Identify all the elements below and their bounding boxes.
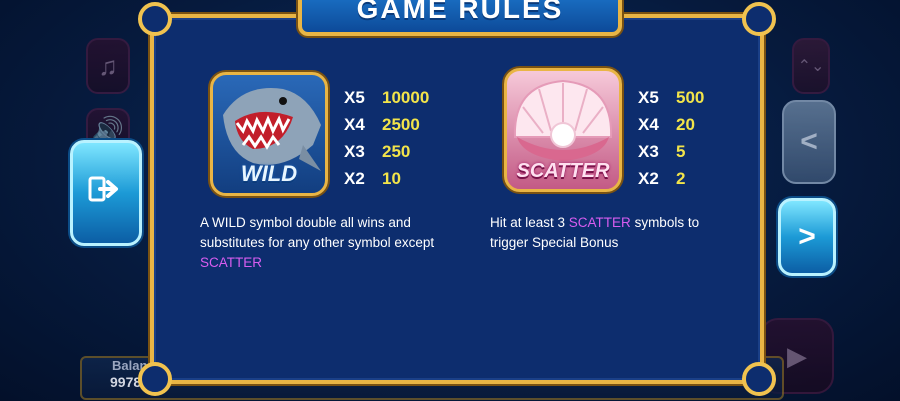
- payout-row: X5 10000: [344, 84, 429, 111]
- payout-value: 500: [676, 88, 705, 107]
- payout-multiplier: X4: [638, 115, 659, 134]
- prev-page-button[interactable]: <: [782, 100, 836, 184]
- settings-toggle-button[interactable]: ⌃⌄: [792, 38, 830, 94]
- scatter-payout-table: X5 500 X4 20 X3 5 X2 2: [638, 84, 704, 192]
- scatter-description-text: Hit at least 3: [490, 215, 569, 230]
- scatter-description-highlight: SCATTER: [568, 215, 631, 230]
- next-page-button[interactable]: >: [778, 198, 836, 276]
- payout-value: 250: [382, 142, 411, 161]
- page-title: GAME RULES: [356, 0, 564, 24]
- play-icon: ▶: [787, 340, 807, 371]
- updown-icon: ⌃⌄: [797, 58, 825, 75]
- payout-multiplier: X2: [638, 169, 659, 188]
- music-button[interactable]: ♫: [86, 38, 130, 94]
- payout-value: 10000: [382, 88, 430, 107]
- exit-button[interactable]: [70, 140, 142, 246]
- wild-description-highlight: SCATTER: [200, 255, 263, 270]
- payout-multiplier: X4: [344, 115, 365, 134]
- payout-value: 5: [676, 142, 686, 161]
- chevron-left-icon: <: [800, 125, 818, 158]
- panel-corner-ornament: [742, 2, 776, 36]
- payout-row: X3 250: [344, 138, 429, 165]
- panel-corner-ornament: [138, 362, 172, 396]
- payout-row: X2 2: [638, 165, 704, 192]
- scatter-label: SCATTER: [516, 160, 610, 182]
- payout-value: 10: [382, 169, 401, 188]
- payout-multiplier: X5: [344, 88, 365, 107]
- panel-corner-ornament: [138, 2, 172, 36]
- wild-label: WILD: [240, 161, 298, 186]
- wild-description: A WILD symbol double all wins and substi…: [200, 213, 470, 273]
- music-icon: ♫: [98, 50, 118, 81]
- payout-value: 20: [676, 115, 695, 134]
- payout-value: 2500: [382, 115, 420, 134]
- scatter-symbol: SCATTER: [504, 68, 622, 192]
- chevron-right-icon: >: [798, 220, 816, 253]
- payout-row: X4 20: [638, 111, 704, 138]
- exit-icon: [88, 174, 124, 213]
- payout-row: X3 5: [638, 138, 704, 165]
- wild-description-text: A WILD symbol double all wins and substi…: [200, 215, 435, 250]
- rules-panel: [138, 2, 776, 396]
- wild-symbol: WILD: [210, 72, 328, 196]
- payout-multiplier: X2: [344, 169, 365, 188]
- payout-row: X5 500: [638, 84, 704, 111]
- payout-multiplier: X3: [638, 142, 659, 161]
- payout-multiplier: X5: [638, 88, 659, 107]
- payout-multiplier: X3: [344, 142, 365, 161]
- title-banner: GAME RULES: [298, 0, 622, 36]
- wild-payout-table: X5 10000 X4 2500 X3 250 X2 10: [344, 84, 429, 192]
- panel-corner-ornament: [742, 362, 776, 396]
- payout-row: X4 2500: [344, 111, 429, 138]
- payout-row: X2 10: [344, 165, 429, 192]
- scatter-description: Hit at least 3 SCATTER symbols to trigge…: [490, 213, 730, 253]
- payout-value: 2: [676, 169, 686, 188]
